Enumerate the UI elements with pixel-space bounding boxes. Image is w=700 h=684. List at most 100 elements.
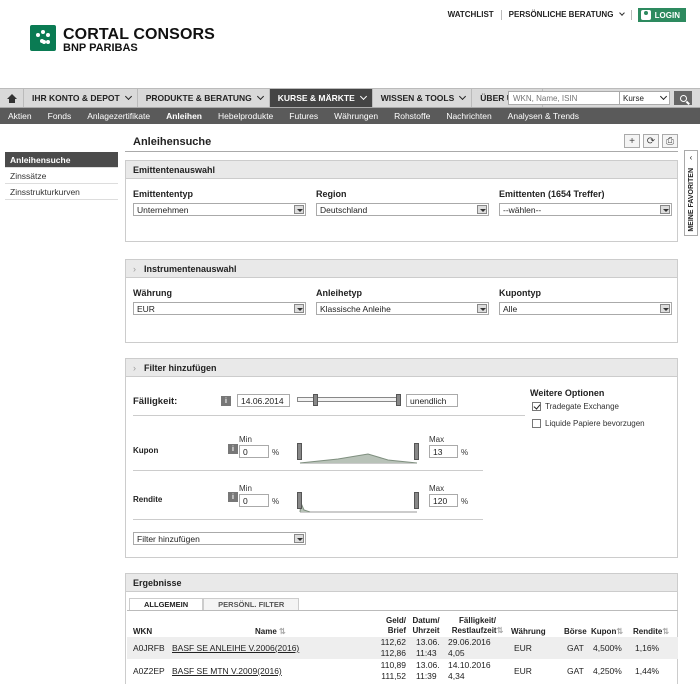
emittent-header: Emittentenauswahl <box>126 161 677 179</box>
sidebar-item-zinsstrukturkurven[interactable]: Zinsstrukturkurven <box>5 184 118 200</box>
plus-icon: + <box>629 135 635 147</box>
emittenten-select[interactable]: --wählen-- <box>499 203 672 216</box>
anleihetyp-select[interactable]: Klassische Anleihe <box>316 302 489 315</box>
col-rendite[interactable]: Rendite⇅ <box>633 627 669 637</box>
faelligkeit-label: Fälligkeit: <box>133 396 178 407</box>
tab-allgemein[interactable]: ALLGEMEIN <box>129 598 204 610</box>
sort-icon: ⇅ <box>616 627 624 636</box>
watchlist-link[interactable]: WATCHLIST <box>441 10 502 20</box>
col-faelligkeit[interactable]: Fälligkeit/Restlaufzeit⇅ <box>445 616 510 636</box>
waehrung-select[interactable]: EUR <box>133 302 306 315</box>
region-label: Region <box>316 189 347 199</box>
faelligkeit-to-input[interactable]: unendlich <box>406 394 458 407</box>
faelligkeit-min-handle[interactable] <box>313 394 318 406</box>
instrument-panel: › Instrumentenauswahl Währung EUR Anleihe… <box>125 259 678 343</box>
sort-icon: ⇅ <box>662 627 670 636</box>
nav-item-kurse[interactable]: KURSE & MÄRKTE <box>269 89 373 107</box>
dropdown-arrow-icon <box>294 304 304 313</box>
faelligkeit-from-input[interactable]: 14.06.2014 <box>237 394 290 407</box>
add-button[interactable]: + <box>624 134 640 148</box>
chevron-down-icon <box>359 92 367 101</box>
instrument-header[interactable]: › Instrumentenauswahl <box>126 260 677 278</box>
rendite-max-handle[interactable] <box>414 492 419 509</box>
cell-name[interactable]: BASF SE ANLEIHE V.2006(2016) <box>172 643 299 654</box>
search-input[interactable] <box>508 91 620 105</box>
kupon-min-handle[interactable] <box>297 443 302 460</box>
info-icon[interactable]: i <box>221 396 231 406</box>
sidebar-item-zinssaetze[interactable]: Zinssätze <box>5 168 118 184</box>
rendite-distribution-chart <box>299 501 417 513</box>
subnav-futures[interactable]: Futures <box>281 111 326 121</box>
search-bar: Kurse <box>508 91 692 105</box>
anleihetyp-label: Anleihetyp <box>316 288 363 298</box>
col-datum-uhrzeit[interactable]: Datum/Uhrzeit <box>409 616 443 636</box>
kupon-min-input[interactable]: 0 <box>239 445 269 458</box>
dropdown-arrow-icon <box>477 304 487 313</box>
subnav-rohstoffe[interactable]: Rohstoffe <box>386 111 438 121</box>
tab-persoenl-filter[interactable]: PERSÖNL. FILTER <box>203 598 300 610</box>
sidebar-item-anleihensuche[interactable]: Anleihensuche <box>5 152 118 168</box>
results-header: Ergebnisse <box>126 574 677 592</box>
col-wkn[interactable]: WKN <box>133 627 152 637</box>
dropdown-arrow-icon <box>294 205 304 214</box>
home-button[interactable] <box>0 89 24 107</box>
chevron-down-icon <box>618 10 625 16</box>
beratung-link[interactable]: PERSÖNLICHE BERATUNG <box>502 10 632 20</box>
emittententyp-select[interactable]: Unternehmen <box>133 203 306 216</box>
subnav-nachrichten[interactable]: Nachrichten <box>438 111 499 121</box>
col-name[interactable]: Name ⇅ <box>255 627 286 637</box>
chevron-down-icon <box>459 92 467 101</box>
subnav-waehrungen[interactable]: Währungen <box>326 111 386 121</box>
cell-geld-brief: 110,89 111,52 <box>380 660 406 681</box>
table-row[interactable]: A0Z2EP BASF SE MTN V.2009(2016) 110,89 11… <box>127 660 678 682</box>
faelligkeit-max-handle[interactable] <box>396 394 401 406</box>
top-header: CORTAL CONSORS BNP PARIBAS WATCHLIST PER… <box>0 0 700 88</box>
kupon-max-handle[interactable] <box>414 443 419 460</box>
kupon-distribution-chart <box>299 453 418 464</box>
nav-item-wissen[interactable]: WISSEN & TOOLS <box>373 89 473 107</box>
col-geld-brief[interactable]: Geld/Brief <box>378 616 406 636</box>
kupontyp-select[interactable]: Alle <box>499 302 672 315</box>
col-boerse[interactable]: Börse <box>564 627 587 637</box>
subnav-analysen[interactable]: Analysen & Trends <box>500 111 587 121</box>
search-type-select[interactable]: Kurse <box>620 91 670 105</box>
rendite-min-handle[interactable] <box>297 492 302 509</box>
kupon-min-label: Min <box>239 435 252 444</box>
rendite-min-label: Min <box>239 484 252 493</box>
region-select[interactable]: Deutschland <box>316 203 489 216</box>
sidebar: Anleihensuche Zinssätze Zinsstrukturkurv… <box>5 152 118 200</box>
table-row[interactable]: A0JRFB BASF SE ANLEIHE V.2006(2016) 112,… <box>127 637 678 659</box>
waehrung-label: Währung <box>133 288 172 298</box>
login-button[interactable]: LOGIN <box>637 8 686 22</box>
kupon-min-unit: % <box>272 448 280 457</box>
rendite-min-input[interactable]: 0 <box>239 494 269 507</box>
logo-icon[interactable] <box>30 25 56 51</box>
results-tabs: ALLGEMEIN PERSÖNL. FILTER <box>129 598 300 610</box>
emittententyp-label: Emittententyp <box>133 189 194 199</box>
emittent-panel: Emittentenauswahl Emittententyp Unterneh… <box>125 160 678 242</box>
col-waehrung[interactable]: Währung <box>511 627 546 637</box>
col-kupon[interactable]: Kupon⇅ <box>591 627 623 637</box>
search-button[interactable] <box>674 91 692 105</box>
subnav-anlagezertifikate[interactable]: Anlagezertifikate <box>79 111 158 121</box>
filter-header[interactable]: › Filter hinzufügen <box>126 359 677 377</box>
print-button[interactable]: ⎙ <box>662 134 678 148</box>
kupon-label: Kupon <box>133 446 159 455</box>
kupon-max-input[interactable]: 13 <box>429 445 458 458</box>
subnav-fonds[interactable]: Fonds <box>40 111 80 121</box>
filter-add-select[interactable]: Filter hinzufügen <box>133 532 306 545</box>
nav-item-konto[interactable]: IHR KONTO & DEPOT <box>24 89 138 107</box>
tradegate-checkbox[interactable] <box>532 402 541 411</box>
refresh-button[interactable]: ⟳ <box>643 134 659 148</box>
page-title: Anleihensuche <box>133 136 212 148</box>
info-icon[interactable]: i <box>228 492 238 502</box>
subnav-aktien[interactable]: Aktien <box>0 111 40 121</box>
liquide-checkbox[interactable] <box>532 419 541 428</box>
subnav-anleihen[interactable]: Anleihen <box>158 111 210 121</box>
nav-item-produkte[interactable]: PRODUKTE & BERATUNG <box>138 89 270 107</box>
favorites-tab[interactable]: ‹ MEINE FAVORITEN <box>684 150 698 236</box>
cell-name[interactable]: BASF SE MTN V.2009(2016) <box>172 666 282 677</box>
subnav-hebelprodukte[interactable]: Hebelprodukte <box>210 111 281 121</box>
info-icon[interactable]: i <box>228 444 238 454</box>
rendite-max-input[interactable]: 120 <box>429 494 458 507</box>
